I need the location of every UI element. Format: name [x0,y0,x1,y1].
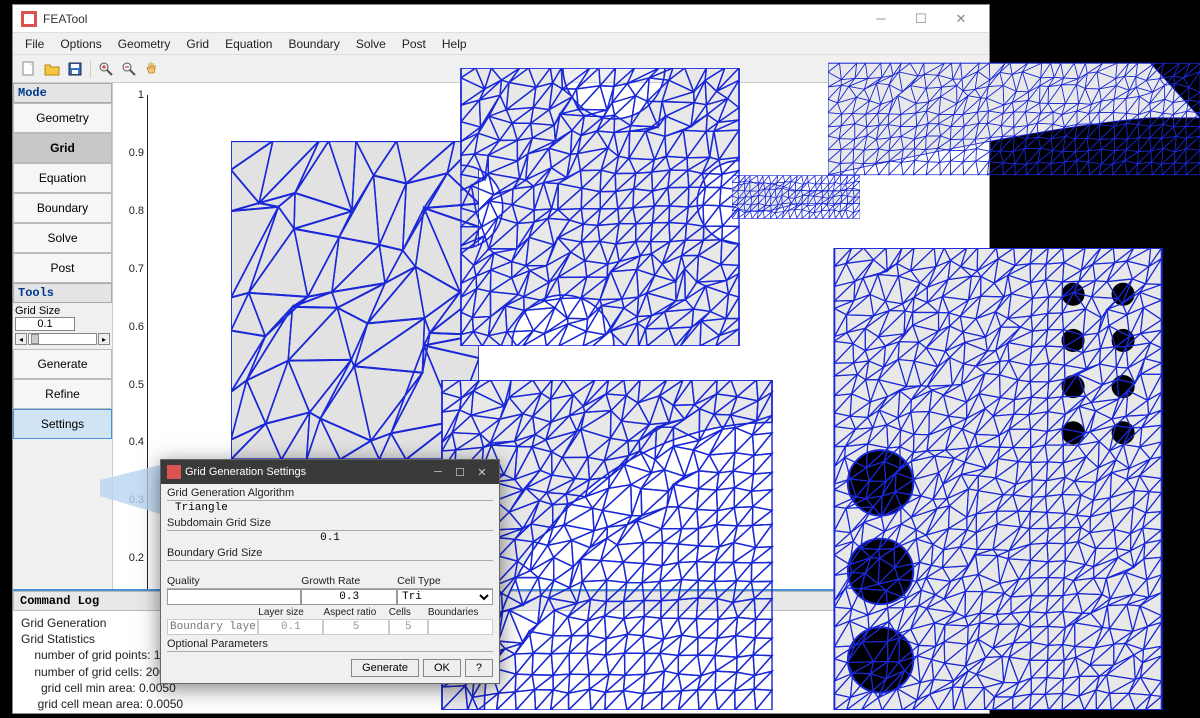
celltype-label: Cell Type [397,574,493,589]
menu-geometry[interactable]: Geometry [110,35,179,53]
layersize-label: Layer size [258,606,323,619]
grid-size-slider[interactable]: ◂ ▸ [13,333,112,349]
mode-section-head: Mode [13,83,112,103]
layersize-input[interactable] [258,619,323,635]
aspect-input[interactable] [323,619,388,635]
menu-post[interactable]: Post [394,35,434,53]
algo-value[interactable]: Triangle [167,501,493,515]
save-icon[interactable] [65,59,85,79]
dialog-minimize-button[interactable]: ─ [427,466,449,478]
subdomain-label: Subdomain Grid Size [167,516,493,531]
ytick: 0.6 [118,321,144,333]
boundary-layers-input[interactable] [167,619,258,635]
ytick: 1 [118,89,144,101]
growth-label: Growth Rate [301,574,397,589]
celltype-select[interactable]: Tri [397,589,493,605]
tools-section-head: Tools [13,283,112,303]
mode-post[interactable]: Post [13,253,112,283]
cells-input[interactable] [389,619,428,635]
grid-settings-dialog: Grid Generation Settings ─ ☐ ✕ Grid Gene… [160,459,500,684]
algo-label: Grid Generation Algorithm [167,486,493,501]
zoom-in-icon[interactable] [96,59,116,79]
mode-equation[interactable]: Equation [13,163,112,193]
boundaries-label: Boundaries [428,606,493,619]
mesh-example-notched [460,68,740,346]
dialog-icon [167,465,181,479]
grid-size-label: Grid Size [15,305,110,317]
boundary-size-label: Boundary Grid Size [167,546,493,561]
mesh-example-wedge [828,60,1200,178]
menu-help[interactable]: Help [434,35,475,53]
subdomain-value[interactable]: 0.1 [167,531,493,545]
app-title: FEATool [43,12,861,26]
dialog-title: Grid Generation Settings [185,466,427,478]
dialog-ok-button[interactable]: OK [423,659,461,677]
zoom-out-icon[interactable] [119,59,139,79]
close-button[interactable]: ✕ [941,6,981,32]
ytick: 0.7 [118,263,144,275]
app-icon [21,11,37,27]
menu-grid[interactable]: Grid [178,35,217,53]
ytick: 0.5 [118,379,144,391]
dialog-generate-button[interactable]: Generate [351,659,419,677]
ytick: 0.8 [118,205,144,217]
dialog-help-button[interactable]: ? [465,659,493,677]
minimize-button[interactable]: ─ [861,6,901,32]
mesh-example-plate-holes [830,248,1166,710]
ytick: 0.4 [118,436,144,448]
menu-file[interactable]: File [17,35,52,53]
ytick: 0.9 [118,147,144,159]
menubar: File Options Geometry Grid Equation Boun… [13,33,989,55]
mesh-example-nozzle [732,175,860,219]
menu-equation[interactable]: Equation [217,35,280,53]
mode-geometry[interactable]: Geometry [13,103,112,133]
cells-label: Cells [389,606,428,619]
menu-boundary[interactable]: Boundary [280,35,347,53]
quality-label: Quality [167,574,301,589]
settings-button[interactable]: Settings [13,409,112,439]
dialog-maximize-button[interactable]: ☐ [449,466,471,479]
new-icon[interactable] [19,59,39,79]
menu-solve[interactable]: Solve [348,35,394,53]
dialog-titlebar[interactable]: Grid Generation Settings ─ ☐ ✕ [161,460,499,484]
mode-grid[interactable]: Grid [13,133,112,163]
slider-right-icon[interactable]: ▸ [98,333,110,345]
dialog-close-button[interactable]: ✕ [471,466,493,479]
maximize-button[interactable]: ☐ [901,6,941,32]
mode-boundary[interactable]: Boundary [13,193,112,223]
open-icon[interactable] [42,59,62,79]
optional-label: Optional Parameters [167,637,493,652]
ytick: 0.2 [118,552,144,564]
mode-solve[interactable]: Solve [13,223,112,253]
slider-left-icon[interactable]: ◂ [15,333,27,345]
quality-input[interactable] [167,589,301,605]
boundary-size-value[interactable] [167,561,493,573]
aspect-label: Aspect ratio [323,606,388,619]
boundaries-input[interactable] [428,619,493,635]
titlebar: FEATool ─ ☐ ✕ [13,5,989,33]
refine-button[interactable]: Refine [13,379,112,409]
growth-input[interactable] [301,589,397,605]
generate-button[interactable]: Generate [13,349,112,379]
menu-options[interactable]: Options [52,35,109,53]
pan-icon[interactable] [142,59,162,79]
grid-size-input[interactable] [15,317,75,331]
